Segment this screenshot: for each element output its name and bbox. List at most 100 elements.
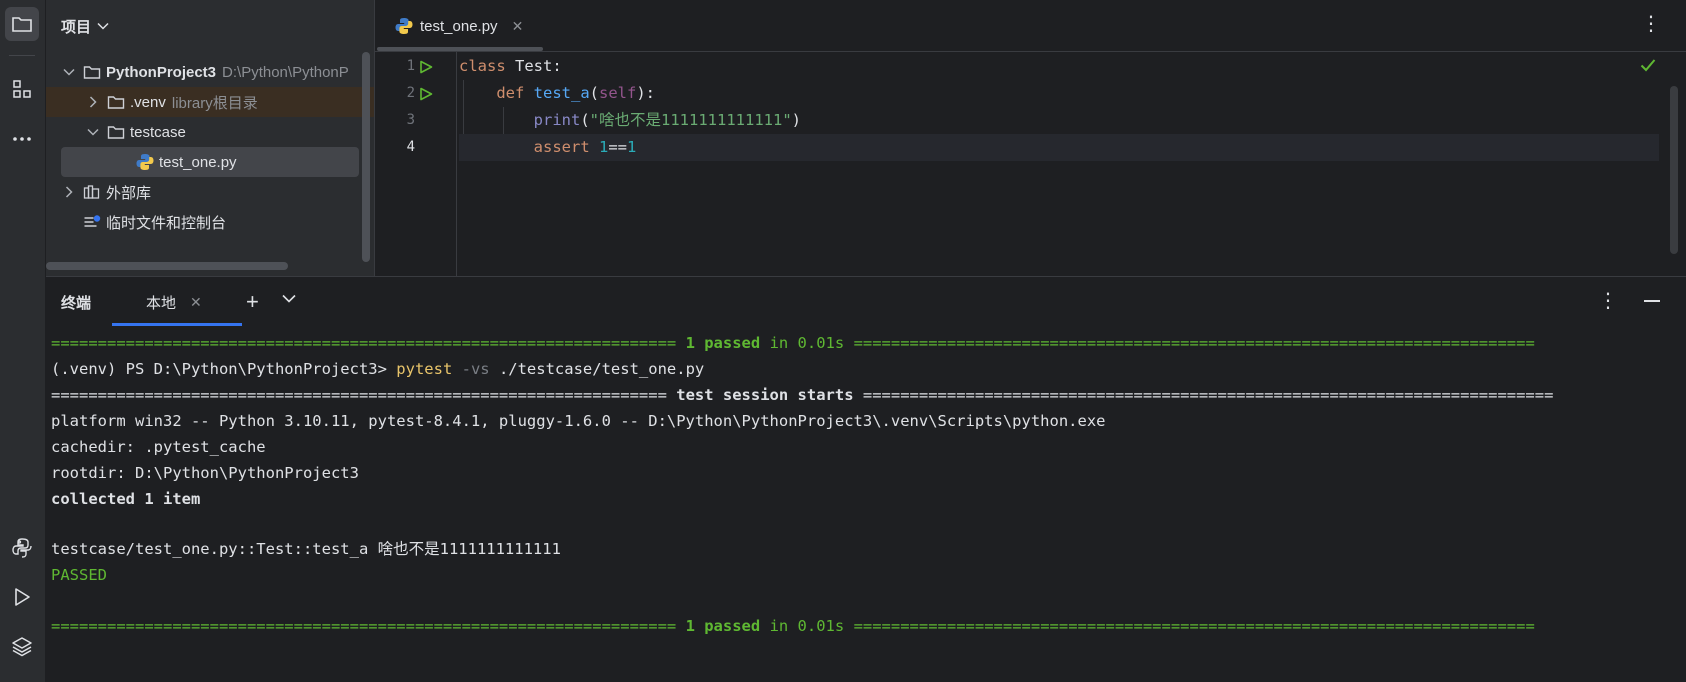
close-icon[interactable]: ✕ (190, 294, 202, 311)
terminal-line: ========================================… (51, 330, 1681, 356)
services-tool-button[interactable] (5, 629, 39, 663)
editor-tab-bar: test_one.py ✕ ⋮ (375, 0, 1686, 52)
run-icon (15, 588, 30, 606)
project-tool-button[interactable] (5, 7, 39, 41)
term-seg: ./testcase/test_one.py (489, 360, 705, 378)
term-seg: (.venv) PS D:\Python\PythonProject3> (51, 360, 397, 378)
code-token: "啥也不是1111111111111" (589, 111, 792, 129)
code-editor: test_one.py ✕ ⋮ 1 2 3 4 class Test: def … (374, 0, 1686, 276)
tree-item-label: .venv (130, 93, 166, 111)
run-test-gutter-button[interactable] (419, 80, 435, 107)
term-seg: ========================================… (853, 386, 1554, 404)
code-line-current[interactable]: assert 1==1 (459, 134, 1659, 161)
terminal-panel: 终端 本地 ✕ + ⋮ ============================… (46, 276, 1686, 682)
code-token: print (533, 111, 581, 129)
code-token: class (459, 57, 506, 75)
line-number: 3 (406, 112, 415, 128)
tree-item-test-one-py[interactable]: test_one.py (61, 147, 359, 177)
structure-tool-button[interactable] (5, 72, 39, 106)
chevron-right-icon (65, 186, 73, 198)
terminal-line: testcase/test_one.py::Test::test_a 啥也不是1… (51, 540, 561, 558)
folder-icon (107, 96, 125, 109)
code-token: 1 (627, 138, 637, 156)
code-token: ) (791, 111, 801, 129)
terminal-line: ========================================… (51, 613, 1681, 639)
term-seg: ========================================… (853, 334, 1535, 352)
terminal-line: cachedir: .pytest_cache (51, 438, 266, 456)
terminal-line: platform win32 -- Python 3.10.11, pytest… (51, 412, 1106, 430)
editor-tab-test-one-py[interactable]: test_one.py ✕ (385, 10, 533, 42)
tree-item-label: 临时文件和控制台 (106, 214, 227, 232)
code-line[interactable]: print("啥也不是1111111111111") (459, 107, 1659, 134)
terminal-line: PASSED (51, 566, 107, 584)
editor-gutter: 1 2 3 4 (375, 52, 457, 276)
tree-item-label: testcase (130, 123, 186, 141)
project-panel-header[interactable]: 项目 (46, 0, 374, 52)
code-token: assert (533, 138, 590, 156)
minimize-icon[interactable] (1644, 300, 1660, 302)
more-vertical-icon[interactable]: ⋮ (1598, 291, 1618, 311)
term-seg: 1 passed (676, 617, 761, 635)
terminal-line: rootdir: D:\Python\PythonProject3 (51, 464, 359, 482)
structure-icon (13, 80, 31, 98)
terminal-tab-local[interactable]: 本地 ✕ (126, 277, 226, 327)
terminal-title: 终端 (61, 295, 92, 312)
code-token: 1 (599, 138, 609, 156)
code-token: self (599, 84, 637, 102)
tree-item-testcase[interactable]: testcase (46, 117, 374, 147)
term-seg: in 0.01s (760, 334, 854, 352)
term-seg: test session starts (676, 386, 854, 404)
folder-icon (83, 66, 101, 79)
code-line[interactable]: class Test: (459, 53, 1659, 80)
term-seg: pytest (396, 360, 453, 378)
terminal-line: (.venv) PS D:\Python\PythonProject3> pyt… (51, 356, 1681, 382)
terminal-tab-label: 本地 (146, 294, 177, 312)
check-icon[interactable] (1640, 58, 1656, 72)
run-icon (420, 60, 433, 73)
code-line[interactable]: def test_a(self): (459, 80, 1659, 107)
python-file-icon (136, 154, 154, 170)
term-seg: ========================================… (853, 617, 1535, 635)
run-class-gutter-button[interactable] (419, 53, 435, 80)
tree-item-venv[interactable]: .venv library根目录 (46, 87, 374, 117)
layers-icon (12, 637, 32, 657)
tree-item-label: PythonProject3 (106, 63, 217, 81)
code-token: def (496, 84, 525, 102)
project-vertical-scrollbar[interactable] (362, 52, 370, 262)
line-number: 2 (406, 85, 415, 101)
line-number: 1 (406, 58, 415, 74)
chevron-down-icon (87, 128, 99, 136)
project-panel-title: 项目 (61, 18, 92, 36)
chevron-down-icon (63, 68, 75, 76)
code-token: == (608, 138, 628, 156)
editor-vertical-scrollbar[interactable] (1670, 86, 1678, 254)
project-horizontal-scrollbar[interactable] (46, 262, 288, 270)
more-tools-button[interactable] (5, 122, 39, 156)
chevron-down-icon (97, 22, 109, 30)
more-vertical-icon[interactable]: ⋮ (1641, 14, 1661, 34)
term-seg: 1 passed (676, 334, 761, 352)
code-token: ): (636, 84, 656, 102)
term-seg: ========================================… (51, 386, 677, 404)
folder-icon (107, 126, 125, 139)
tree-item-scratches[interactable]: 临时文件和控制台 (46, 207, 374, 237)
editor-tab-scroll-indicator (377, 47, 543, 51)
python-console-button[interactable] (5, 531, 39, 565)
term-seg: in 0.01s (760, 617, 854, 635)
active-tab-indicator (112, 323, 242, 326)
code-token: test_a (533, 84, 590, 102)
line-number: 4 (406, 139, 415, 155)
run-tool-button[interactable] (5, 580, 39, 614)
code-token: Test: (505, 57, 562, 75)
tree-item-project-root[interactable]: PythonProject3 D:\Python\PythonP (46, 57, 374, 87)
chevron-down-icon[interactable] (282, 294, 296, 303)
close-icon[interactable]: ✕ (512, 18, 524, 35)
term-seg: -vs (452, 360, 490, 378)
tree-item-external-libraries[interactable]: 外部库 (46, 177, 374, 207)
terminal-line: collected 1 item (51, 490, 201, 508)
code-token: ( (580, 111, 590, 129)
project-panel: 项目 PythonProject3 D:\Python\PythonP .ven… (46, 0, 374, 276)
plus-icon[interactable]: + (246, 289, 259, 315)
